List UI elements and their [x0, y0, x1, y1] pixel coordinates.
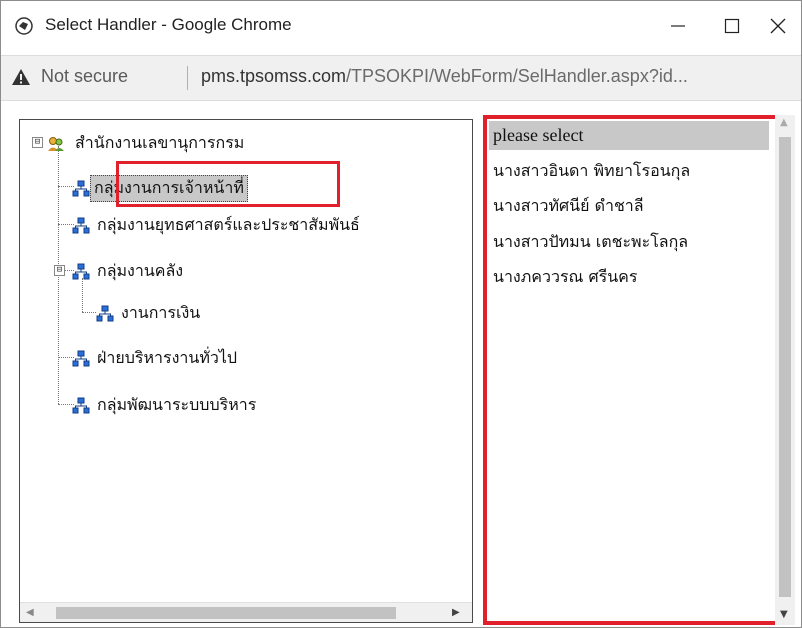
tree-label[interactable]: งานการเงิน [118, 301, 203, 326]
scroll-right-icon[interactable]: ▶ [452, 607, 460, 618]
scroll-left-icon[interactable]: ◀ [26, 607, 34, 618]
tree-label[interactable]: กลุ่มงานคลัง [94, 259, 186, 284]
org-icon [72, 217, 90, 233]
list-item[interactable]: นางสาวอินดา พิทยาโรอนกุล [489, 156, 773, 185]
tree-label[interactable]: กลุ่มพัฒนาระบบบริหาร [94, 393, 259, 418]
url-text[interactable]: pms.tpsomss.com/TPSOKPI/WebForm/SelHandl… [201, 66, 688, 87]
close-button[interactable] [751, 9, 802, 43]
org-icon [72, 397, 90, 413]
people-icon [48, 136, 64, 151]
tree-item-money[interactable]: งานการเงิน [96, 301, 203, 326]
address-separator [187, 66, 188, 90]
url-domain: pms.tpsomss.com [201, 66, 347, 86]
page-content: ⊟ สำนักงานเลขานุการกรม กลุ่มงานการเจ้าหน… [1, 101, 801, 627]
scroll-up-icon[interactable]: ▲ [780, 117, 788, 128]
globe-icon [15, 17, 33, 35]
org-icon [72, 263, 90, 279]
url-path: /TPSOKPI/WebForm/SelHandler.aspx?id... [346, 66, 688, 86]
scroll-down-icon[interactable]: ▼ [780, 609, 788, 620]
browser-window: Select Handler - Google Chrome Not secur… [0, 0, 802, 628]
tree-item-root[interactable]: สำนักงานเลขานุการกรม [46, 131, 247, 156]
tree-item-general-admin[interactable]: ฝ่ายบริหารงานทั่วไป [72, 346, 240, 371]
tree-item-strategy[interactable]: กลุ่มงานยุทธศาสตร์และประชาสัมพันธ์ [72, 213, 363, 238]
security-label[interactable]: Not secure [41, 66, 128, 87]
org-tree-pane[interactable]: ⊟ สำนักงานเลขานุการกรม กลุ่มงานการเจ้าหน… [19, 119, 473, 623]
scrollbar-thumb[interactable] [56, 607, 396, 619]
org-icon [96, 305, 114, 321]
finance-expander[interactable]: ⊟ [54, 265, 65, 276]
tree-item-finance[interactable]: กลุ่มงานคลัง [72, 259, 186, 284]
root-expander[interactable]: ⊟ [32, 137, 43, 148]
list-item[interactable]: นางสาวปัทมน เตชะพะโลกุล [489, 227, 773, 256]
list-item[interactable]: please select [489, 121, 769, 150]
list-item[interactable]: นางภคววรณ ศรีนคร [489, 262, 773, 291]
highlight-box [116, 161, 340, 207]
org-icon [72, 350, 90, 366]
tree-label[interactable]: สำนักงานเลขานุการกรม [72, 131, 247, 156]
handler-listbox[interactable]: please select นางสาวอินดา พิทยาโรอนกุล น… [483, 115, 779, 625]
address-bar[interactable]: Not secure pms.tpsomss.com/TPSOKPI/WebFo… [1, 55, 801, 101]
horizontal-scrollbar[interactable]: ◀ ▶ [20, 602, 472, 622]
tree-connector [82, 312, 96, 313]
vertical-scrollbar[interactable]: ▲ ▼ [775, 115, 795, 625]
tree-label[interactable]: ฝ่ายบริหารงานทั่วไป [94, 346, 240, 371]
scrollbar-thumb[interactable] [779, 137, 791, 597]
warning-icon [12, 69, 30, 85]
title-bar: Select Handler - Google Chrome [1, 1, 801, 49]
tree-item-admin-dev[interactable]: กลุ่มพัฒนาระบบบริหาร [72, 393, 259, 418]
window-title: Select Handler - Google Chrome [45, 15, 292, 34]
org-icon [72, 180, 90, 196]
list-item[interactable]: นางสาวทัศนีย์ ดำชาลี [489, 191, 773, 220]
minimize-button[interactable] [651, 9, 705, 43]
tree-label[interactable]: กลุ่มงานยุทธศาสตร์และประชาสัมพันธ์ [94, 213, 363, 238]
